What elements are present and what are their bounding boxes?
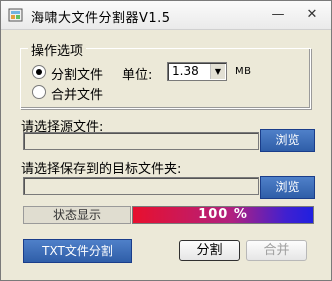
target-browse-button[interactable]: 浏览 [260,176,315,199]
chevron-down-icon[interactable]: ▼ [210,64,225,79]
source-file-input[interactable] [23,132,259,150]
split-button[interactable]: 分割 [179,240,240,261]
app-window: 海啸大文件分割器V1.5 — ✕ 操作选项 分割文件 合并文件 单位: 1.38… [0,0,332,281]
status-label: 状态显示 [23,206,131,224]
app-icon [8,8,23,22]
title-bar[interactable]: 海啸大文件分割器V1.5 — ✕ [1,1,331,30]
group-label: 操作选项 [28,40,87,59]
size-value: 1.38 [172,64,199,78]
merge-radio-label[interactable]: 合并文件 [51,84,103,103]
merge-button[interactable]: 合并 [246,240,307,261]
unit-label: 单位: [122,68,153,83]
window-title: 海啸大文件分割器V1.5 [31,11,171,26]
txt-split-button[interactable]: TXT文件分割 [23,239,132,263]
minimize-button[interactable]: — [265,5,291,24]
target-folder-label: 请选择保存到的目标文件夹: [21,162,182,177]
size-unit: MB [235,66,252,77]
split-radio-label[interactable]: 分割文件 [51,64,103,83]
split-radio[interactable] [32,65,46,79]
size-select[interactable]: 1.38 ▼ [167,62,227,81]
close-button[interactable]: ✕ [299,5,325,24]
merge-radio[interactable] [32,85,46,99]
source-browse-button[interactable]: 浏览 [260,129,315,152]
progress-text: 100 % [198,207,248,222]
progress-bar: 100 % [132,206,314,224]
target-folder-input[interactable] [23,177,259,195]
